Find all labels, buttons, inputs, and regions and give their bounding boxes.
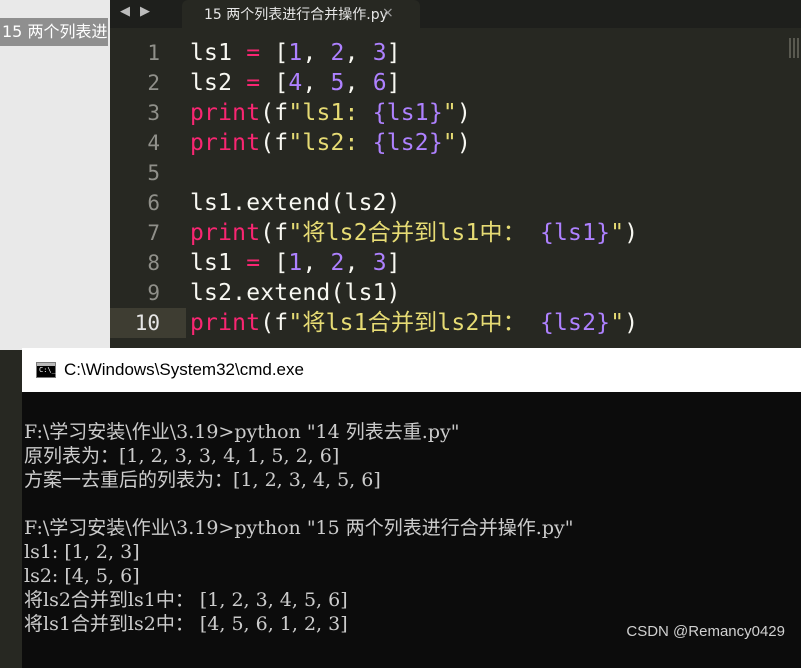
cmd-line: F:\学习安装\作业\3.19>python "14 列表去重.py" bbox=[24, 421, 460, 443]
cmd-line: ls1: [1, 2, 3] bbox=[24, 541, 140, 563]
code-token: , bbox=[344, 70, 373, 96]
line-number: 4 bbox=[147, 131, 160, 155]
code-token: " bbox=[442, 130, 457, 156]
sidebar-strip bbox=[0, 0, 110, 350]
code-token: 5 bbox=[330, 70, 345, 96]
cmd-output[interactable]: F:\学习安装\作业\3.19>python "14 列表去重.py" 原列表为… bbox=[24, 420, 801, 636]
code-token: ls1 bbox=[190, 250, 247, 276]
code-token: , bbox=[302, 70, 331, 96]
code-token: {ls1} bbox=[372, 100, 443, 126]
code-token: ls2.extend(ls1) bbox=[190, 280, 401, 306]
code-token: 4 bbox=[288, 70, 303, 96]
cmd-line: 将ls2合并到ls1中： [1, 2, 3, 4, 5, 6] bbox=[24, 589, 348, 611]
code-token: " bbox=[442, 100, 457, 126]
code-line-9[interactable]: ls2.extend(ls1) bbox=[190, 278, 781, 308]
line-number: 3 bbox=[147, 101, 160, 125]
code-token: = bbox=[246, 70, 261, 96]
code-token: [ bbox=[260, 250, 289, 276]
cmd-titlebar[interactable]: C:\Windows\System32\cmd.exe bbox=[22, 348, 801, 392]
code-line-8[interactable]: ls1 = [1, 2, 3] bbox=[190, 248, 781, 278]
code-token: 1 bbox=[288, 40, 303, 66]
code-token: [ bbox=[260, 70, 289, 96]
cmd-line: ls2: [4, 5, 6] bbox=[24, 565, 140, 587]
code-token: "将ls2合并到ls1中： bbox=[288, 220, 540, 246]
code-token: (f bbox=[260, 310, 289, 336]
chevron-right-icon[interactable]: ▶ bbox=[140, 4, 150, 19]
code-token: ) bbox=[456, 130, 472, 156]
code-line-7[interactable]: print(f"将ls2合并到ls1中： {ls1}") bbox=[190, 218, 781, 248]
code-token: (f bbox=[260, 220, 289, 246]
cmd-title: C:\Windows\System32\cmd.exe bbox=[64, 360, 304, 379]
cmd-line: 原列表为：[1, 2, 3, 3, 4, 1, 5, 2, 6] bbox=[24, 445, 340, 467]
cmd-line bbox=[24, 492, 801, 516]
console-icon bbox=[36, 362, 56, 378]
code-token: [ bbox=[260, 40, 289, 66]
code-token: "ls2: bbox=[288, 130, 373, 156]
code-token: " bbox=[610, 220, 625, 246]
line-number: 6 bbox=[147, 191, 160, 215]
code-editor[interactable]: ls1 = [1, 2, 3] ls2 = [4, 5, 6] print(f"ls… bbox=[190, 38, 781, 338]
code-token: 3 bbox=[372, 40, 387, 66]
close-icon[interactable]: × bbox=[382, 5, 394, 21]
minimap[interactable] bbox=[789, 38, 801, 58]
cmd-line: F:\学习安装\作业\3.19>python "15 两个列表进行合并操作.py… bbox=[24, 517, 574, 539]
code-line-10[interactable]: print(f"将ls1合并到ls2中： {ls2}") bbox=[190, 308, 781, 338]
code-token: 3 bbox=[372, 250, 387, 276]
tab-active-file[interactable]: 15 两个列表进行合并操作.py × bbox=[182, 0, 420, 28]
code-token: ls2 bbox=[190, 70, 247, 96]
code-token: " bbox=[610, 310, 625, 336]
code-token: = bbox=[246, 250, 261, 276]
line-number: 5 bbox=[147, 161, 160, 185]
code-token: ) bbox=[624, 310, 639, 336]
code-token: "将ls1合并到ls2中： bbox=[288, 310, 540, 336]
code-line-5[interactable] bbox=[190, 158, 781, 188]
code-line-3[interactable]: print(f"ls1: {ls1}") bbox=[190, 98, 781, 128]
line-number: 8 bbox=[147, 251, 160, 275]
code-token: ] bbox=[386, 70, 401, 96]
code-token: , bbox=[302, 250, 331, 276]
code-token: {ls1} bbox=[539, 220, 611, 246]
cmd-window[interactable]: C:\Windows\System32\cmd.exe F:\学习安装\作业\3… bbox=[22, 348, 801, 668]
line-number-current: 10 bbox=[134, 311, 160, 335]
code-line-1[interactable]: ls1 = [1, 2, 3] bbox=[190, 38, 781, 68]
code-token: ls1 bbox=[190, 40, 247, 66]
line-number: 1 bbox=[147, 41, 160, 65]
code-token: 1 bbox=[288, 250, 303, 276]
code-token: 6 bbox=[372, 70, 387, 96]
code-token: "ls1: bbox=[288, 100, 373, 126]
tab-navigation: ◀ ▶ bbox=[120, 0, 150, 22]
code-line-6[interactable]: ls1.extend(ls2) bbox=[190, 188, 781, 218]
code-token: 2 bbox=[330, 40, 345, 66]
code-token: {ls2} bbox=[372, 130, 443, 156]
code-token: ] bbox=[386, 250, 401, 276]
code-token: print bbox=[190, 130, 261, 156]
code-token: print bbox=[190, 220, 261, 246]
line-number-gutter: 1 2 3 4 5 6 7 8 9 10 bbox=[110, 38, 170, 338]
code-token: print bbox=[190, 310, 261, 336]
code-token: (f bbox=[260, 100, 289, 126]
line-number: 7 bbox=[147, 221, 160, 245]
code-token: ) bbox=[624, 220, 639, 246]
tab-other-file[interactable]: 15 两个列表进行合并操作.py bbox=[0, 18, 108, 46]
line-number: 9 bbox=[147, 281, 160, 305]
chevron-left-icon[interactable]: ◀ bbox=[120, 4, 130, 19]
code-line-4[interactable]: print(f"ls2: {ls2}") bbox=[190, 128, 781, 158]
code-token: 2 bbox=[330, 250, 345, 276]
code-token: ls1.extend(ls2) bbox=[190, 190, 401, 216]
code-token: ) bbox=[456, 100, 472, 126]
code-line-2[interactable]: ls2 = [4, 5, 6] bbox=[190, 68, 781, 98]
code-token: {ls2} bbox=[539, 310, 611, 336]
code-token: , bbox=[344, 40, 373, 66]
cmd-line: 方案一去重后的列表为：[1, 2, 3, 4, 5, 6] bbox=[24, 469, 381, 491]
code-token: print bbox=[190, 100, 261, 126]
code-token: = bbox=[246, 40, 261, 66]
code-token: ] bbox=[386, 40, 401, 66]
line-number: 2 bbox=[147, 71, 160, 95]
code-token: , bbox=[344, 250, 373, 276]
tab-label: 15 两个列表进行合并操作.py bbox=[204, 7, 388, 23]
code-token: (f bbox=[260, 130, 289, 156]
code-token: , bbox=[302, 40, 331, 66]
watermark: CSDN @Remancy0429 bbox=[626, 623, 785, 640]
